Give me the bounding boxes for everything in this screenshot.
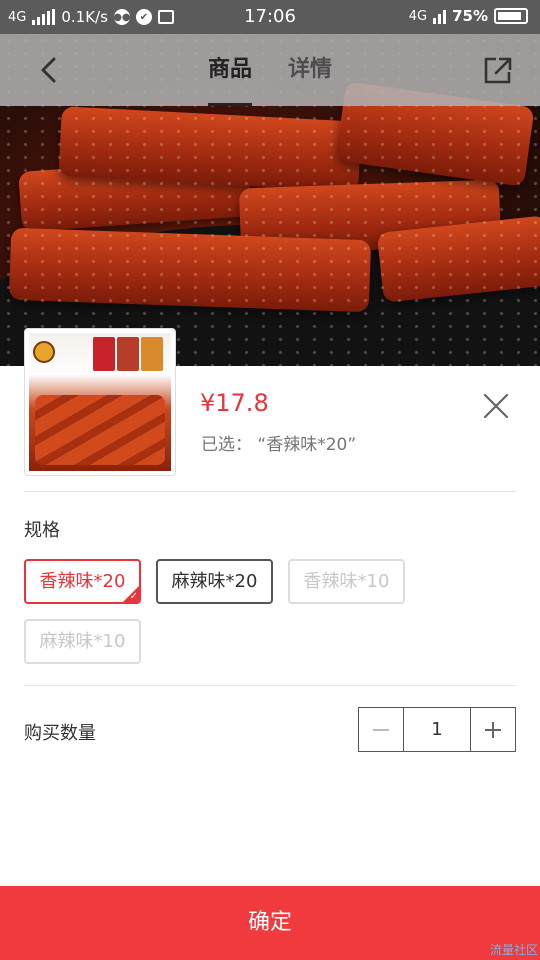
- spec-option-spicy-10[interactable]: 香辣味*10: [288, 559, 405, 604]
- network-type-right: 4G: [408, 8, 428, 24]
- battery-percent: 75%: [452, 7, 488, 25]
- spec-label: 规格: [24, 520, 60, 541]
- status-bar: 4G 0.1K/s ●● ✔ 17:06 4G 75%: [0, 0, 540, 34]
- spec-option-mala-10[interactable]: 麻辣味*10: [24, 619, 141, 664]
- spec-option-spicy-20[interactable]: 香辣味*20 ✓: [24, 559, 141, 604]
- decrement-button[interactable]: [359, 708, 403, 751]
- divider: [24, 491, 516, 492]
- package-image: [141, 337, 163, 371]
- confirm-button[interactable]: 确定: [0, 886, 540, 960]
- tab-details[interactable]: 详情: [288, 34, 332, 106]
- share-button[interactable]: [480, 52, 516, 88]
- watermark: 流量社区: [489, 943, 538, 957]
- product-price: ¥17.8: [200, 389, 269, 417]
- divider: [24, 685, 516, 686]
- top-nav-bar: 商品 详情: [0, 34, 540, 106]
- quantity-stepper: 1: [358, 707, 516, 752]
- share-icon: [484, 57, 512, 84]
- quantity-label: 购买数量: [24, 723, 96, 744]
- nav-tabs: 商品 详情: [0, 34, 540, 106]
- spec-option-label: 香辣味*10: [303, 571, 390, 592]
- package-image: [117, 337, 139, 371]
- selected-variant-text: 已选： “香辣味*20”: [201, 435, 357, 455]
- quantity-value[interactable]: 1: [403, 708, 471, 751]
- minus-icon: [373, 728, 389, 731]
- battery-icon: [494, 8, 528, 24]
- spec-option-label: 麻辣味*20: [171, 571, 258, 592]
- increment-button[interactable]: [471, 708, 515, 751]
- spec-option-label: 香辣味*20: [39, 571, 126, 592]
- food-image: [35, 395, 165, 465]
- plus-icon: [485, 721, 501, 738]
- close-icon: [483, 393, 509, 419]
- check-icon: ✓: [129, 591, 138, 602]
- close-button[interactable]: [482, 392, 510, 420]
- spec-option-label: 麻辣味*10: [39, 631, 126, 652]
- spec-option-mala-20[interactable]: 麻辣味*20: [156, 559, 273, 604]
- product-thumbnail[interactable]: [24, 328, 176, 476]
- brand-logo-icon: [33, 341, 55, 363]
- status-bar-right: 4G 75%: [409, 7, 528, 25]
- product-thumbnail-image: [29, 333, 171, 471]
- tab-product[interactable]: 商品: [207, 34, 253, 106]
- package-image: [93, 337, 115, 371]
- signal-icon-right: [433, 8, 447, 24]
